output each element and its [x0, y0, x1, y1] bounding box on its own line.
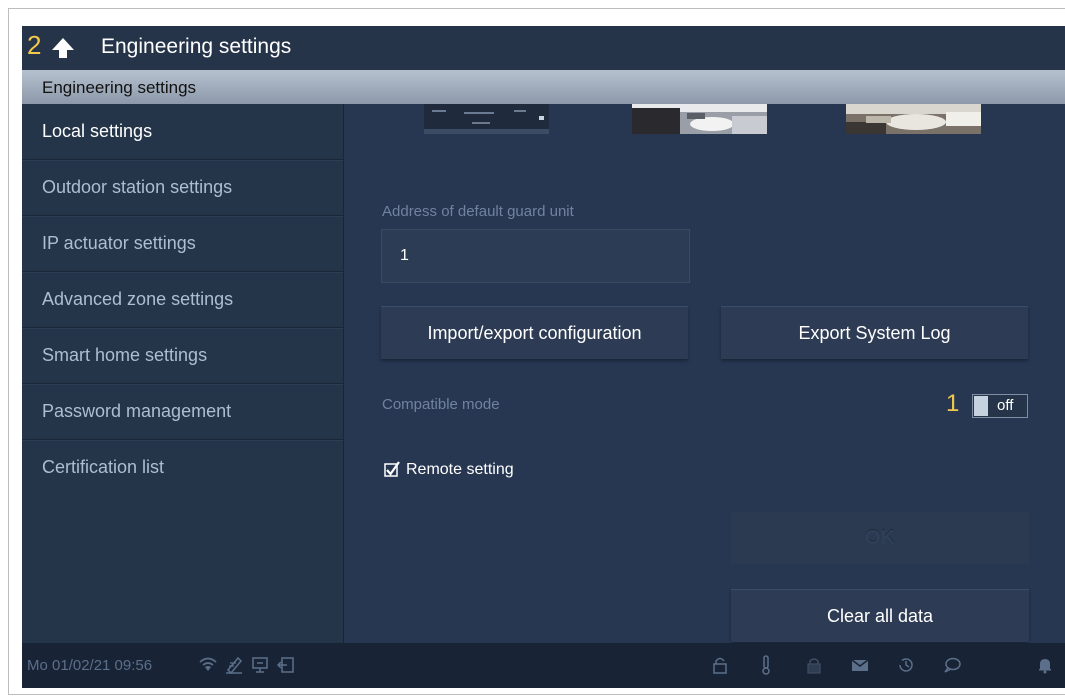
sidebar-item-label: Smart home settings [42, 345, 208, 365]
datetime: Mo 01/02/21 09:56 [27, 657, 153, 674]
section-label: Engineering settings [42, 78, 197, 97]
sidebar-item-label: Certification list [42, 457, 165, 477]
title-bar: 2 Engineering settings [22, 26, 1065, 70]
sidebar-item-smart-home-settings[interactable]: Smart home settings [22, 328, 343, 384]
theme-thumbnail-2[interactable] [632, 104, 767, 134]
bell-icon[interactable] [1035, 655, 1055, 675]
header-badge: 2 [27, 30, 42, 60]
exit-icon [276, 657, 294, 673]
compatible-mode-badge: 1 [946, 390, 960, 417]
wifi-icon [199, 657, 217, 671]
compatible-mode-toggle[interactable]: off [972, 394, 1028, 418]
export-system-log-label: Export System Log [798, 323, 951, 343]
ok-button[interactable]: OK [731, 512, 1029, 564]
guard-unit-address-value: 1 [400, 247, 409, 264]
sidebar-item-certification-list[interactable]: Certification list [22, 440, 343, 495]
mail-icon[interactable] [850, 655, 870, 675]
sidebar-item-label: IP actuator settings [42, 233, 196, 253]
guard-unit-address-input[interactable]: 1 [381, 229, 690, 283]
section-header: Engineering settings [22, 70, 1065, 104]
sidebar-item-label: Advanced zone settings [42, 289, 234, 309]
sidebar-item-label: Local settings [42, 121, 153, 141]
compatible-mode-label: Compatible mode [382, 396, 500, 413]
sidebar-item-local-settings[interactable]: Local settings [22, 104, 343, 160]
theme-thumbnail-3[interactable] [846, 104, 981, 134]
sidebar-item-label: Password management [42, 401, 232, 421]
page-title: Engineering settings [101, 35, 292, 58]
sidebar-item-advanced-zone-settings[interactable]: Advanced zone settings [22, 272, 343, 328]
clear-all-data-label: Clear all data [826, 606, 934, 626]
export-system-log-button[interactable]: Export System Log [721, 306, 1028, 359]
sidebar-item-label: Outdoor station settings [42, 177, 233, 197]
main-panel: Address of default guard unit 1 Import/e… [344, 104, 1065, 643]
guard-unit-label: Address of default guard unit [382, 203, 574, 220]
lock-locked-icon[interactable] [804, 655, 824, 675]
thermometer-icon[interactable] [756, 655, 776, 675]
lock-icon[interactable] [710, 655, 730, 675]
ok-label: OK [865, 527, 895, 549]
sidebar-item-password-management[interactable]: Password management [22, 384, 343, 440]
sidebar: Local settings Outdoor station settings … [22, 104, 344, 643]
history-icon[interactable] [896, 655, 916, 675]
remote-setting-label: Remote setting [406, 461, 514, 478]
monitor-icon [252, 657, 268, 673]
clear-all-data-button[interactable]: Clear all data [731, 589, 1029, 642]
import-export-configuration-button[interactable]: Import/export configuration [381, 306, 688, 359]
remote-setting-checkbox[interactable] [384, 461, 400, 477]
toggle-state-label: off [997, 397, 1014, 414]
import-export-label: Import/export configuration [427, 323, 642, 343]
toggle-knob [974, 396, 988, 416]
chat-icon[interactable] [942, 655, 962, 675]
status-bar: Mo 01/02/21 09:56 [22, 643, 1065, 688]
screen: 2 Engineering settings Engineering setti… [22, 26, 1065, 643]
edit-icon [226, 656, 243, 675]
theme-thumbnail-1[interactable] [424, 104, 549, 134]
sidebar-item-ip-actuator-settings[interactable]: IP actuator settings [22, 216, 343, 272]
sidebar-item-outdoor-station-settings[interactable]: Outdoor station settings [22, 160, 343, 216]
arrow-up-icon[interactable] [50, 36, 76, 60]
